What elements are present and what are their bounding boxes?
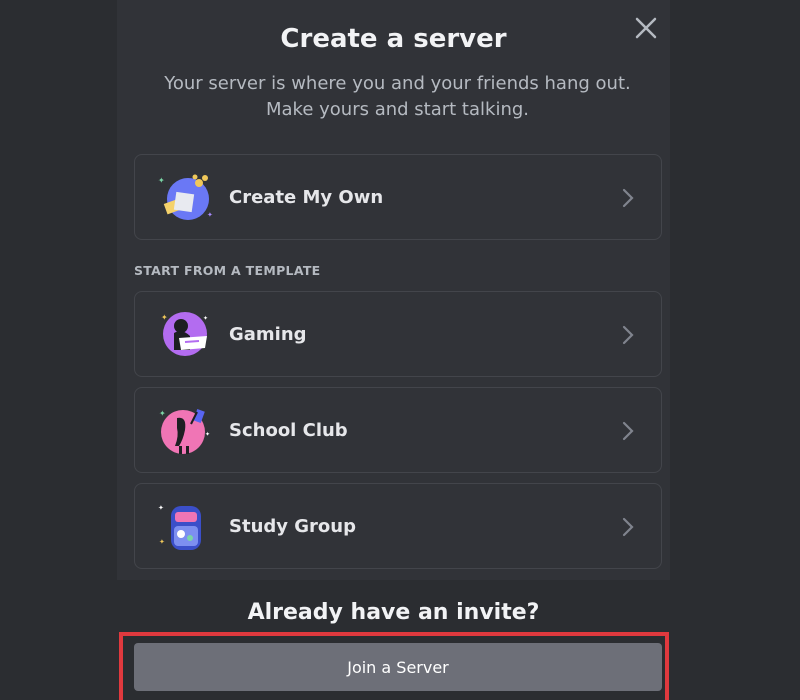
modal-subtitle: Your server is where you and your friend… bbox=[164, 73, 631, 120]
template-section-header: START FROM A TEMPLATE bbox=[134, 263, 321, 278]
chevron-right-icon bbox=[622, 325, 634, 345]
svg-text:✦: ✦ bbox=[205, 431, 210, 438]
create-my-own-label: Create My Own bbox=[229, 186, 384, 208]
modal-title: Create a server bbox=[280, 24, 507, 54]
template-school-club-option[interactable]: ✦ ✦ School Club bbox=[134, 387, 662, 473]
chevron-right-icon bbox=[622, 188, 634, 208]
svg-text:✦: ✦ bbox=[207, 211, 213, 219]
svg-text:✦: ✦ bbox=[203, 315, 208, 322]
svg-text:✦: ✦ bbox=[161, 313, 168, 322]
template-school-club-label: School Club bbox=[229, 419, 348, 441]
chevron-right-icon bbox=[622, 517, 634, 537]
svg-text:✦: ✦ bbox=[159, 538, 165, 546]
svg-text:✦: ✦ bbox=[158, 504, 164, 512]
template-gaming-option[interactable]: ✦ ✦ Gaming bbox=[134, 291, 662, 377]
study-group-icon: ✦ ✦ bbox=[155, 498, 215, 556]
chevron-right-icon bbox=[622, 421, 634, 441]
create-my-own-icon: ✦ ✦ bbox=[155, 169, 215, 227]
school-club-icon: ✦ ✦ bbox=[155, 402, 215, 460]
invite-heading: Already have an invite? bbox=[247, 600, 540, 625]
join-server-button[interactable]: Join a Server bbox=[134, 643, 662, 691]
template-study-group-label: Study Group bbox=[229, 515, 356, 537]
gaming-icon: ✦ ✦ bbox=[155, 306, 215, 364]
svg-text:✦: ✦ bbox=[159, 409, 166, 418]
template-gaming-label: Gaming bbox=[229, 323, 307, 345]
svg-text:✦: ✦ bbox=[158, 176, 165, 185]
create-my-own-option[interactable]: ✦ ✦ Create My Own bbox=[134, 154, 662, 240]
template-study-group-option[interactable]: ✦ ✦ Study Group bbox=[134, 483, 662, 569]
